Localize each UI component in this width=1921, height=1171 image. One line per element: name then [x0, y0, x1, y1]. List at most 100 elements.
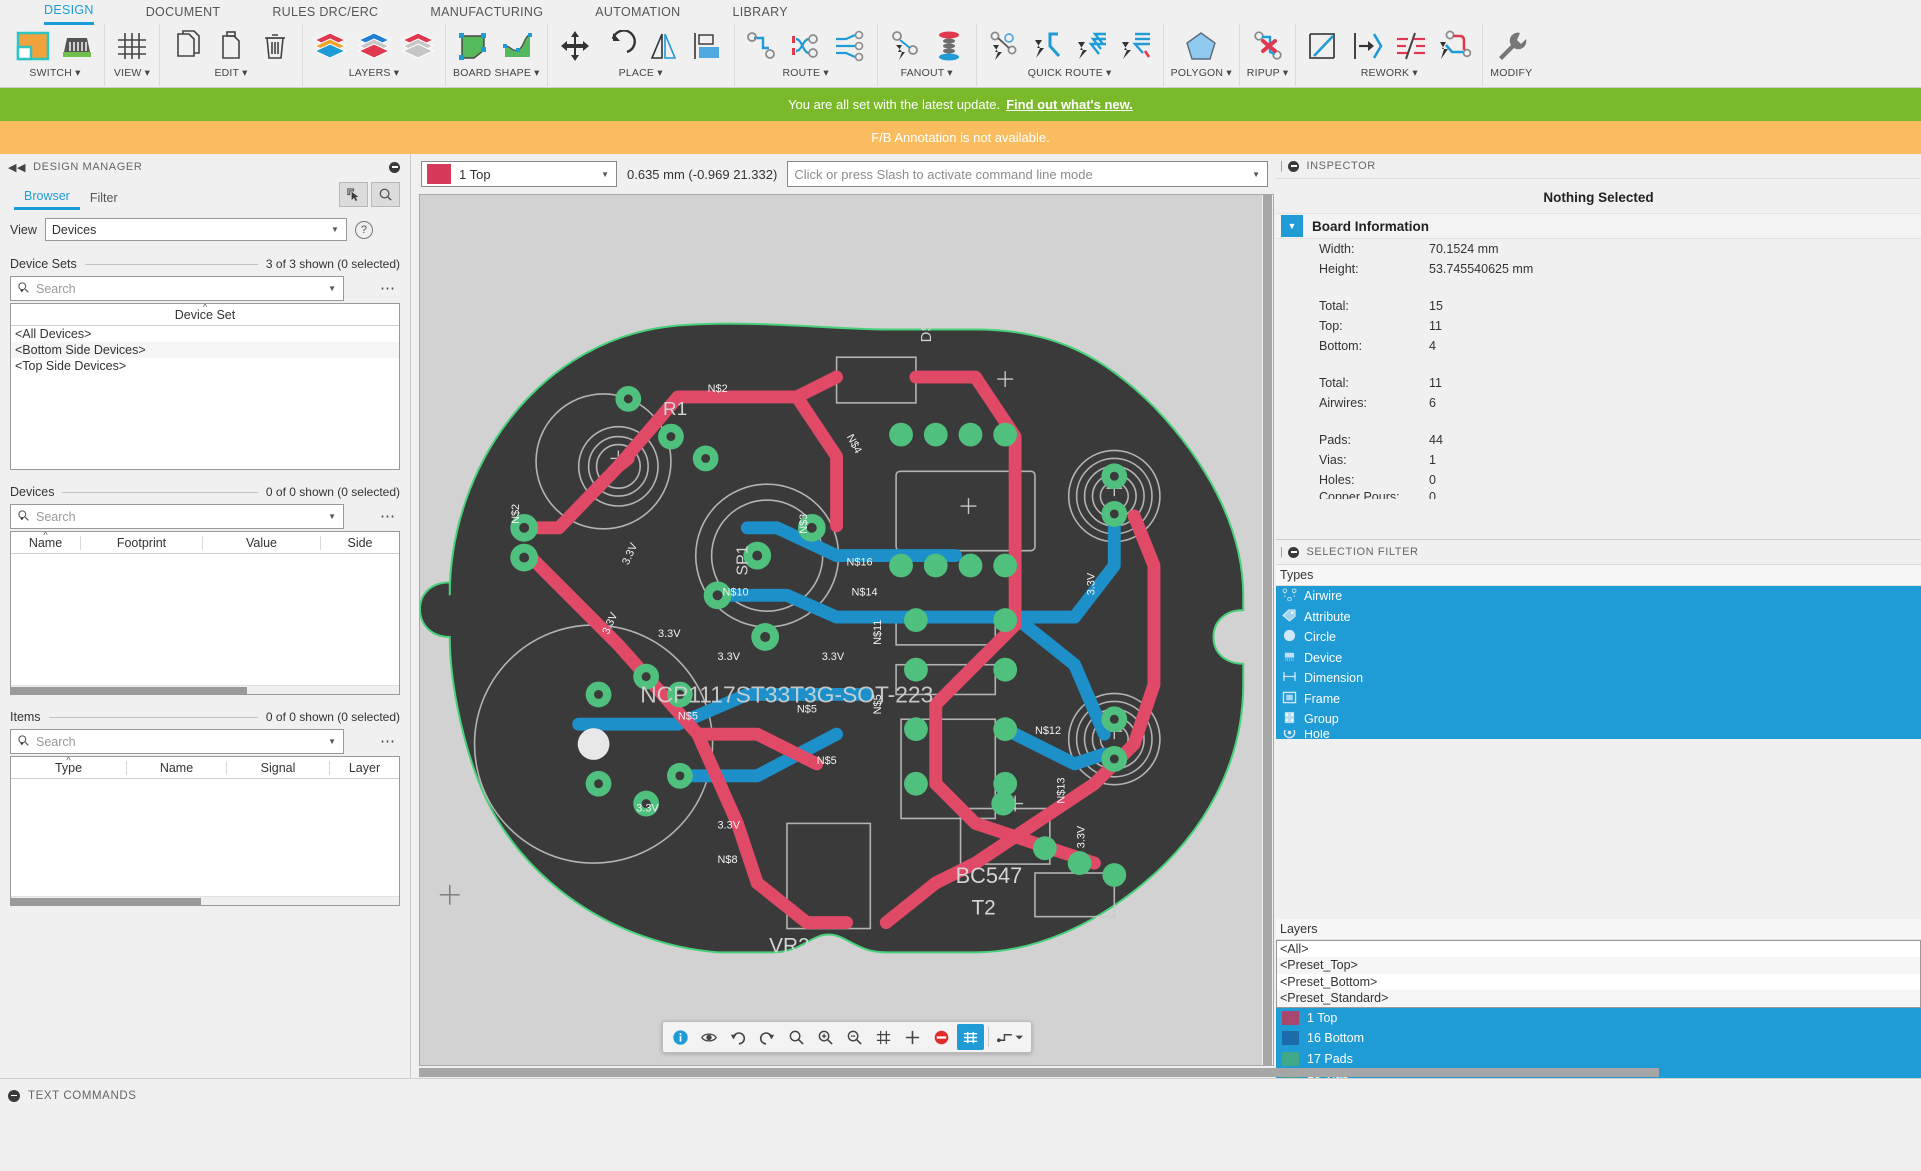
view-select[interactable]: Devices ▼ — [45, 218, 347, 241]
preset-item-all[interactable]: <All> — [1277, 941, 1920, 958]
quick-route-icon[interactable] — [984, 26, 1024, 66]
redo-icon[interactable] — [754, 1024, 781, 1050]
layers-color-icon[interactable] — [310, 26, 350, 66]
layer-presets-list[interactable]: <All> <Preset_Top> <Preset_Bottom> <Pres… — [1276, 940, 1921, 1008]
canvas-horizontal-scrollbar[interactable] — [419, 1067, 1274, 1078]
layer-item-top[interactable]: 1 Top — [1276, 1008, 1921, 1029]
zoom-in-icon[interactable] — [812, 1024, 839, 1050]
tab-browser[interactable]: Browser — [14, 189, 80, 210]
pcb-canvas[interactable]: R1 BC547 T2 VR2 NCP1117ST33T3G-SOT-223 D… — [419, 194, 1274, 1066]
fanout-icon[interactable] — [885, 26, 925, 66]
rework-arrow-icon[interactable] — [1347, 26, 1387, 66]
command-line-input[interactable]: Click or press Slash to activate command… — [787, 161, 1268, 187]
panel-grip-icon[interactable]: | — [1280, 546, 1283, 558]
tab-document[interactable]: DOCUMENT — [120, 1, 247, 23]
ratsnest-icon[interactable] — [957, 1024, 984, 1050]
wrench-icon[interactable] — [1491, 26, 1531, 66]
delete-icon[interactable] — [255, 26, 295, 66]
quick-route-angle-icon[interactable] — [1028, 26, 1068, 66]
layer-item-bottom[interactable]: 16 Bottom — [1276, 1028, 1921, 1049]
rework-lines-icon[interactable] — [1391, 26, 1431, 66]
collapse-panel-icon[interactable]: ◀◀ — [8, 161, 26, 174]
canvas-vertical-scrollbar[interactable] — [1262, 195, 1273, 1065]
grid-toggle-icon[interactable] — [870, 1024, 897, 1050]
quick-route-mixed-icon[interactable] — [1116, 26, 1156, 66]
undo-icon[interactable] — [725, 1024, 752, 1050]
tab-manufacturing[interactable]: MANUFACTURING — [404, 1, 569, 23]
list-item[interactable]: <Top Side Devices> — [11, 358, 399, 374]
device-sets-list[interactable]: ^ Device Set <All Devices> <Bottom Side … — [10, 303, 400, 470]
board-information-header[interactable]: ▼ Board Information — [1276, 213, 1921, 239]
crosshair-icon[interactable] — [899, 1024, 926, 1050]
chevron-down-icon[interactable]: ▼ — [328, 737, 336, 746]
help-icon[interactable]: ? — [355, 221, 373, 239]
rotate-icon[interactable] — [599, 26, 639, 66]
layers-top-icon[interactable] — [354, 26, 394, 66]
layer-item-pads[interactable]: 17 Pads — [1276, 1049, 1921, 1070]
route-bus-icon[interactable] — [830, 26, 870, 66]
panel-minimize-icon[interactable] — [389, 162, 400, 173]
route-manual-icon[interactable] — [742, 26, 782, 66]
move-icon[interactable] — [555, 26, 595, 66]
items-search-input[interactable]: Search ▼ — [10, 729, 344, 754]
polygon-icon[interactable] — [1181, 26, 1221, 66]
device-sets-search-input[interactable]: Search ▼ — [10, 276, 344, 301]
scroll-thumb[interactable] — [1263, 195, 1272, 1065]
tab-filter[interactable]: Filter — [80, 191, 128, 210]
board-curve-icon[interactable] — [498, 26, 538, 66]
ripup-icon[interactable] — [1248, 26, 1288, 66]
zoom-fit-icon[interactable] — [783, 1024, 810, 1050]
mirror-icon[interactable] — [643, 26, 683, 66]
align-icon[interactable] — [687, 26, 727, 66]
tab-library[interactable]: LIBRARY — [706, 1, 813, 23]
type-item-dimension[interactable]: Dimension — [1276, 668, 1921, 689]
tab-design[interactable]: DESIGN — [18, 0, 120, 25]
board-outline-icon[interactable] — [454, 26, 494, 66]
chevron-down-icon[interactable]: ▼ — [1252, 170, 1260, 179]
type-item-group[interactable]: Group — [1276, 709, 1921, 730]
type-item-device[interactable]: Device — [1276, 648, 1921, 669]
switch-board-icon[interactable] — [13, 26, 53, 66]
type-item-hole[interactable]: Hole — [1276, 730, 1921, 739]
eye-visibility-icon[interactable] — [696, 1024, 723, 1050]
panel-minimize-icon[interactable] — [1288, 547, 1299, 558]
items-hscrollbar[interactable] — [11, 896, 399, 905]
zoom-out-icon[interactable] — [841, 1024, 868, 1050]
zoom-search-icon[interactable] — [371, 182, 400, 207]
preset-item-top[interactable]: <Preset_Top> — [1277, 957, 1920, 974]
type-item-frame[interactable]: Frame — [1276, 689, 1921, 710]
list-item[interactable]: <Bottom Side Devices> — [11, 342, 399, 358]
panel-grip-icon[interactable]: | — [1280, 160, 1283, 172]
devices-more-options[interactable]: ⋯ — [380, 507, 396, 525]
chevron-down-icon[interactable]: ▼ — [328, 284, 336, 293]
devices-list[interactable]: ^ Name Footprint Value Side — [10, 531, 400, 695]
list-item[interactable]: <All Devices> — [11, 326, 399, 342]
grid-icon[interactable] — [112, 26, 152, 66]
tab-rules-drc-erc[interactable]: RULES DRC/ERC — [246, 1, 404, 23]
info-icon[interactable] — [667, 1024, 694, 1050]
type-item-airwire[interactable]: Airwire — [1276, 586, 1921, 607]
rework-drag-icon[interactable] — [1435, 26, 1475, 66]
paste-icon[interactable] — [211, 26, 251, 66]
via-stack-icon[interactable] — [929, 26, 969, 66]
pointer-select-icon[interactable] — [339, 182, 368, 207]
measure-dropdown-icon[interactable] — [993, 1024, 1027, 1050]
copy-icon[interactable] — [167, 26, 207, 66]
devices-hscrollbar[interactable] — [11, 685, 399, 694]
type-item-circle[interactable]: Circle — [1276, 627, 1921, 648]
chevron-down-icon[interactable]: ▼ — [1281, 215, 1303, 237]
no-entry-icon[interactable] — [928, 1024, 955, 1050]
whats-new-link[interactable]: Find out what's new. — [1006, 97, 1133, 112]
preset-item-standard[interactable]: <Preset_Standard> — [1277, 990, 1920, 1007]
text-commands-toggle-icon[interactable] — [8, 1090, 20, 1102]
active-layer-select[interactable]: 1 Top ▼ — [421, 161, 617, 187]
quick-route-multi-icon[interactable] — [1072, 26, 1112, 66]
switch-3d-icon[interactable] — [57, 26, 97, 66]
chevron-down-icon[interactable]: ▼ — [328, 512, 336, 521]
scroll-thumb[interactable] — [419, 1068, 1659, 1077]
device-sets-more-options[interactable]: ⋯ — [380, 279, 396, 297]
items-more-options[interactable]: ⋯ — [380, 732, 396, 750]
rework-corner-icon[interactable] — [1303, 26, 1343, 66]
type-item-attribute[interactable]: Attribute — [1276, 607, 1921, 628]
scroll-thumb[interactable] — [11, 898, 201, 905]
